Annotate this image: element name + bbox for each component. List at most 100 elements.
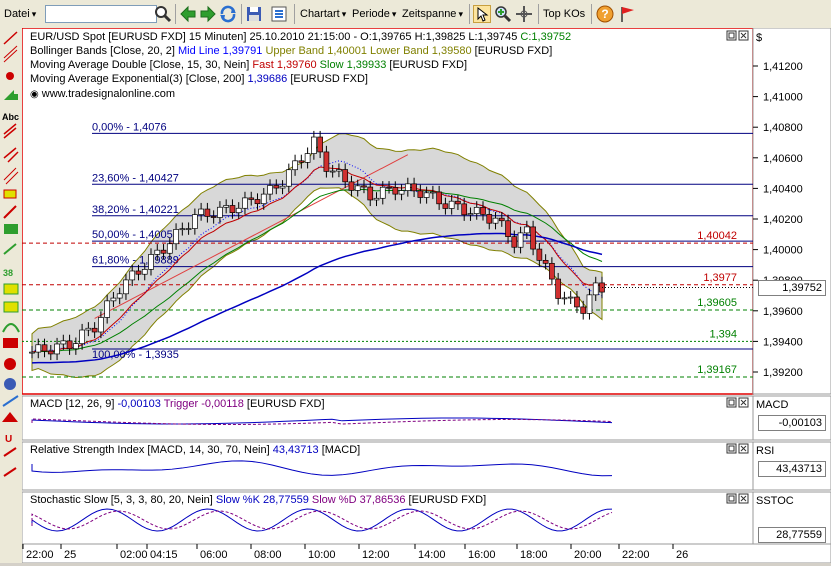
time-axis-label: 08:00 — [254, 549, 282, 561]
macd-side-value: -0,00103 — [758, 415, 826, 431]
price-axis-label: 1,41200 — [763, 61, 803, 73]
candle-body — [298, 160, 305, 163]
candle-body — [505, 220, 511, 238]
stoch-side-value: 28,77559 — [758, 527, 826, 543]
candle-body — [285, 169, 292, 187]
fib-label: 23,60% - 1,40427 — [92, 172, 179, 184]
toolbar: Datei Chartart Periode Zeitspanne Top KO… — [0, 0, 831, 29]
flag-icon[interactable] — [618, 5, 636, 23]
candle-body — [192, 214, 198, 229]
candle-body — [85, 327, 92, 331]
fib-label: 0,00% - 1,4076 — [92, 121, 167, 133]
time-axis-label: 22:00 — [26, 549, 54, 561]
top-kos-button[interactable]: Top KOs — [543, 4, 585, 24]
candle-body — [235, 207, 242, 214]
candle-body — [486, 214, 493, 224]
candle-body — [279, 185, 286, 189]
candle-body — [123, 279, 129, 295]
forward-arrow-icon[interactable] — [199, 5, 217, 23]
candle-body — [336, 169, 342, 172]
candle-body — [386, 186, 392, 189]
file-menu[interactable]: Datei — [2, 5, 38, 23]
candle-body — [179, 228, 186, 231]
candle-body — [580, 306, 587, 314]
currency-symbol: $ — [756, 32, 763, 44]
price-axis-label: 1,40000 — [763, 245, 803, 257]
candle-body — [273, 185, 280, 189]
timespan-menu[interactable]: Zeitspanne — [400, 5, 465, 23]
candle-body — [254, 199, 261, 205]
crosshair-icon[interactable] — [515, 5, 533, 23]
svg-text:Abc: Abc — [2, 112, 19, 122]
candle-body — [210, 216, 217, 218]
candle-body — [561, 297, 568, 300]
zoom-icon[interactable] — [494, 5, 512, 23]
search-input[interactable] — [45, 5, 157, 23]
candle-body — [555, 278, 562, 299]
save-icon[interactable] — [245, 5, 263, 23]
candle-body — [536, 248, 543, 261]
candle-body — [311, 136, 317, 154]
candle-body — [135, 270, 142, 275]
period-menu[interactable]: Periode — [350, 5, 398, 23]
macd-side-label: MACD — [756, 399, 789, 411]
candle-body — [461, 203, 468, 216]
candle-body — [60, 340, 67, 345]
drawing-tools-icons[interactable]: Abc 38 U — [0, 28, 22, 563]
time-axis-label: 14:00 — [418, 549, 446, 561]
candle-body — [404, 183, 411, 191]
search-icon[interactable] — [154, 5, 172, 23]
chart-canvas[interactable]: 1,41200 1,41000 1,40800 1,40600 1,40400 1,402… — [21, 27, 831, 564]
price-axis-label: 1,40400 — [763, 183, 803, 195]
candle-body — [148, 254, 154, 270]
svg-text:?: ? — [601, 7, 608, 21]
mad-legend: Moving Average Double [Close, 15, 30, Ne… — [30, 59, 468, 71]
candle-body — [54, 343, 60, 355]
candle-body — [98, 317, 104, 333]
rsi-legend: Relative Strength Index [MACD, 14, 30, 7… — [30, 444, 361, 456]
candle-body — [348, 181, 355, 191]
candle-body — [511, 236, 518, 248]
candle-body — [473, 206, 480, 214]
candle-body — [342, 169, 349, 183]
candle-body — [411, 183, 417, 192]
chart-area[interactable]: 1,41200 1,41000 1,40800 1,40600 1,40400 1,402… — [21, 27, 831, 564]
candle-body — [223, 205, 230, 208]
candle-body — [29, 351, 35, 354]
price-axis-label: 1,41000 — [763, 92, 803, 104]
candle-body — [442, 203, 449, 209]
candle-body — [72, 343, 79, 350]
candle-body — [574, 296, 580, 308]
pointer-tool-icon[interactable] — [473, 5, 491, 23]
candle-body — [173, 229, 179, 245]
fib-label: 61,80% - 1,39889 — [92, 255, 179, 267]
price-axis-label: 1,39400 — [763, 336, 803, 348]
last-price-box: 1,39752 — [758, 280, 826, 296]
refresh-icon[interactable] — [219, 5, 237, 23]
candle-body — [480, 206, 486, 215]
properties-icon[interactable] — [270, 5, 288, 23]
svg-text:U: U — [5, 434, 12, 445]
support-line-label: 1,39605 — [697, 297, 737, 309]
time-axis-label: 06:00 — [200, 549, 228, 561]
candle-body — [523, 226, 530, 234]
time-axis-label: 18:00 — [520, 549, 548, 561]
candle-body — [116, 293, 123, 299]
back-arrow-icon[interactable] — [179, 5, 197, 23]
candle-body — [567, 296, 574, 299]
candle-body — [154, 249, 161, 255]
fib-label: 38,20% - 1,40221 — [92, 204, 179, 216]
candle-body — [530, 226, 536, 250]
candle-body — [398, 190, 405, 195]
candle-body — [204, 208, 211, 217]
panel-restore-icon — [726, 397, 737, 408]
support-line-label: 1,39167 — [697, 364, 737, 376]
candle-body — [354, 185, 361, 191]
time-axis-label: 20:00 — [574, 549, 602, 561]
mae-legend: Moving Average Exponential(3) [Close, 20… — [30, 73, 368, 85]
price-axis-label: 1,39600 — [763, 306, 803, 318]
svg-text:38: 38 — [3, 268, 13, 278]
chart-type-menu[interactable]: Chartart — [298, 5, 348, 23]
candle-body — [242, 197, 248, 209]
help-icon[interactable]: ? — [596, 5, 614, 23]
